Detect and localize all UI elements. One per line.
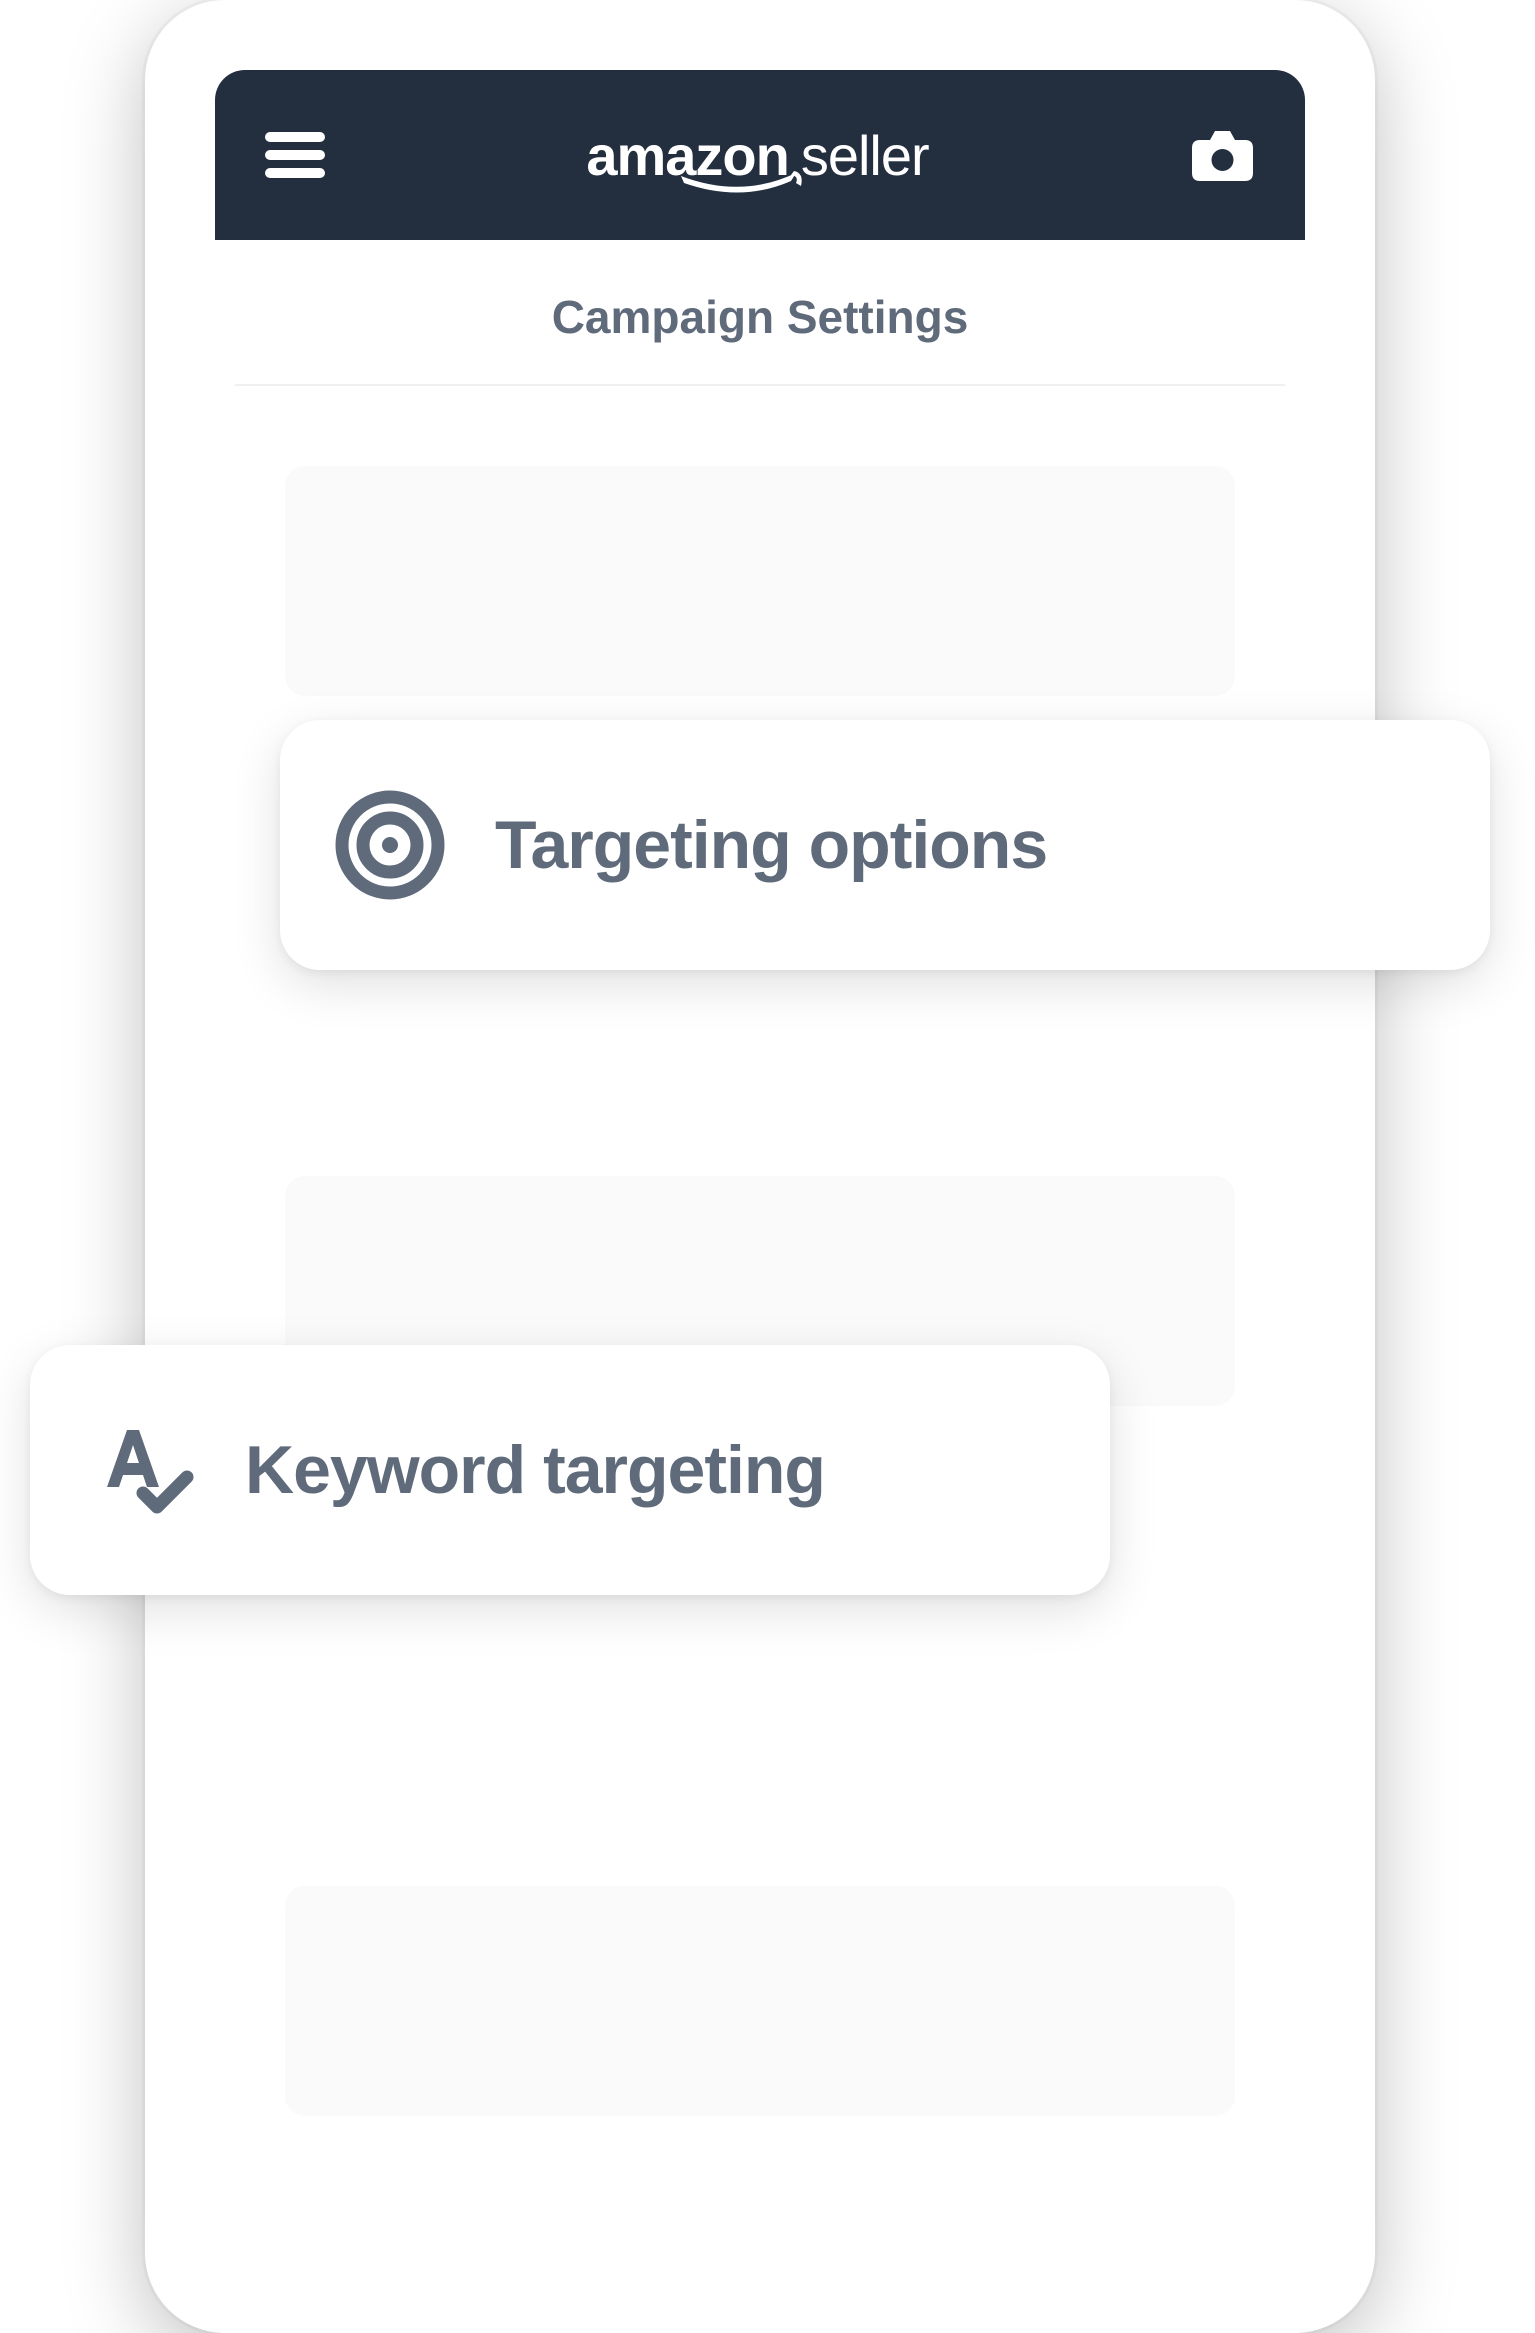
- keyword-targeting-label: Keyword targeting: [245, 1431, 825, 1509]
- phone-frame: amazon seller Campaign Settings: [145, 0, 1375, 2333]
- app-header: amazon seller: [215, 70, 1305, 240]
- placeholder-block: [285, 1886, 1235, 2116]
- target-icon: [335, 790, 445, 900]
- targeting-options-card[interactable]: Targeting options: [280, 720, 1490, 970]
- keyword-icon: [85, 1415, 195, 1525]
- content-area: [215, 386, 1305, 2116]
- amazon-swoosh-icon: [676, 171, 806, 196]
- phone-screen: amazon seller Campaign Settings: [215, 70, 1305, 2333]
- page-title: Campaign Settings: [215, 240, 1305, 384]
- camera-icon[interactable]: [1190, 128, 1255, 183]
- app-logo: amazon seller: [586, 123, 928, 188]
- logo-brand-text: amazon: [586, 123, 789, 188]
- targeting-options-label: Targeting options: [495, 806, 1047, 884]
- placeholder-block: [285, 466, 1235, 696]
- amazon-swoosh-icon: [305, 2316, 435, 2333]
- keyword-targeting-card[interactable]: Keyword targeting: [30, 1345, 1110, 1595]
- logo-suffix-text: seller: [801, 123, 929, 188]
- menu-icon[interactable]: [265, 132, 325, 178]
